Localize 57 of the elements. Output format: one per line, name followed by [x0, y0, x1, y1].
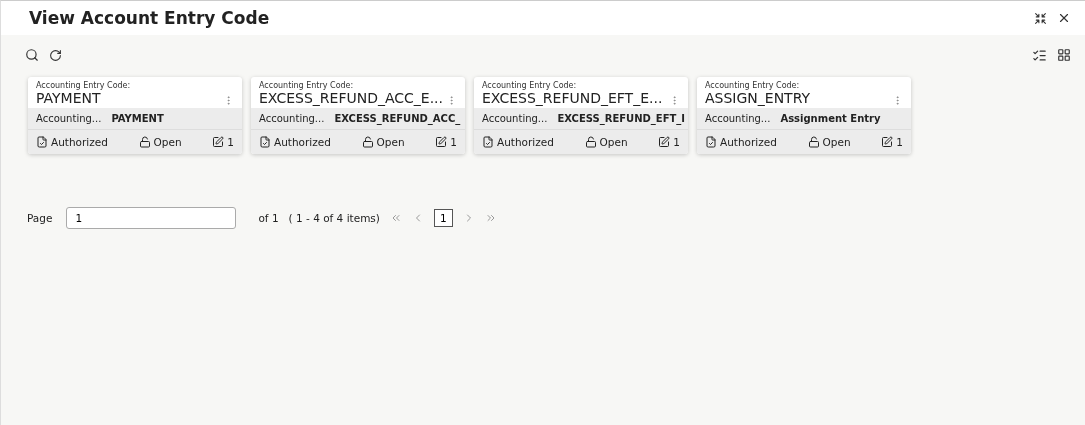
- description-value: EXCESS_REFUND_EFT_I: [557, 113, 686, 124]
- version-text: 1: [450, 136, 457, 148]
- version-text: 1: [896, 136, 903, 148]
- last-page-icon[interactable]: [484, 212, 497, 224]
- page-input[interactable]: 1: [66, 207, 237, 229]
- status-text: Authorized: [720, 136, 777, 148]
- description-label: Accounting...: [259, 113, 325, 124]
- entry-card[interactable]: Accounting Entry Code: EXCESS_REFUND_EFT_E... Accounting... EXCESS_REFUND_EFT_I Authorized Open 1: [474, 77, 688, 154]
- unlock-icon: [361, 136, 374, 148]
- edit-icon: [212, 136, 225, 148]
- edit-icon: [881, 136, 894, 148]
- search-icon[interactable]: [25, 48, 39, 62]
- lock-text: Open: [599, 136, 628, 148]
- unlock-icon: [138, 136, 151, 148]
- description-label: Accounting...: [705, 113, 771, 124]
- document-icon: [36, 136, 48, 148]
- page-number[interactable]: 1: [433, 209, 453, 227]
- status-text: Authorized: [51, 136, 108, 148]
- status-text: Authorized: [274, 136, 331, 148]
- unlock-icon: [584, 136, 597, 148]
- lock-text: Open: [376, 136, 405, 148]
- description-value: EXCESS_REFUND_ACC_: [334, 113, 461, 124]
- edit-icon: [435, 136, 448, 148]
- document-icon: [259, 136, 271, 148]
- card-label: Accounting Entry Code:: [36, 81, 131, 90]
- entry-card[interactable]: Accounting Entry Code: PAYMENT Accounting... PAYMENT Authorized Open 1: [28, 77, 242, 154]
- list-view-icon[interactable]: [1032, 47, 1047, 63]
- entry-card[interactable]: Accounting Entry Code: EXCESS_REFUND_ACC_E... Accounting... EXCESS_REFUND_ACC_ Authorized Open 1: [251, 77, 465, 154]
- entry-code: EXCESS_REFUND_ACC_E...: [259, 90, 444, 106]
- description-value: Assignment Entry: [780, 113, 881, 124]
- card-label: Accounting Entry Code:: [482, 81, 578, 90]
- window-title: View Account Entry Code: [29, 8, 270, 28]
- description-label: Accounting...: [482, 113, 548, 124]
- page-label: Page: [27, 212, 53, 224]
- refresh-icon[interactable]: [49, 48, 62, 62]
- entry-code: ASSIGN_ENTRY: [705, 90, 811, 106]
- close-icon[interactable]: [1057, 11, 1071, 25]
- description-value: PAYMENT: [111, 113, 164, 124]
- entry-card[interactable]: Accounting Entry Code: ASSIGN_ENTRY Accounting... Assignment Entry Authorized Open 1: [697, 77, 911, 154]
- document-icon: [705, 136, 717, 148]
- item-range: ( 1 - 4 of 4 items): [288, 212, 380, 224]
- status-text: Authorized: [497, 136, 554, 148]
- card-label: Accounting Entry Code:: [259, 81, 355, 90]
- lock-text: Open: [822, 136, 851, 148]
- description-label: Accounting...: [36, 113, 102, 124]
- minimize-icon[interactable]: [1034, 11, 1047, 25]
- version-text: 1: [673, 136, 680, 148]
- entry-code: EXCESS_REFUND_EFT_E...: [482, 90, 663, 106]
- card-label: Accounting Entry Code:: [705, 81, 801, 90]
- lock-text: Open: [153, 136, 182, 148]
- grid-view-icon[interactable]: [1057, 48, 1071, 62]
- version-text: 1: [227, 136, 234, 148]
- document-icon: [482, 136, 494, 148]
- page-count: of 1: [258, 212, 279, 224]
- unlock-icon: [807, 136, 820, 148]
- entry-code: PAYMENT: [36, 90, 102, 106]
- edit-icon: [658, 136, 671, 148]
